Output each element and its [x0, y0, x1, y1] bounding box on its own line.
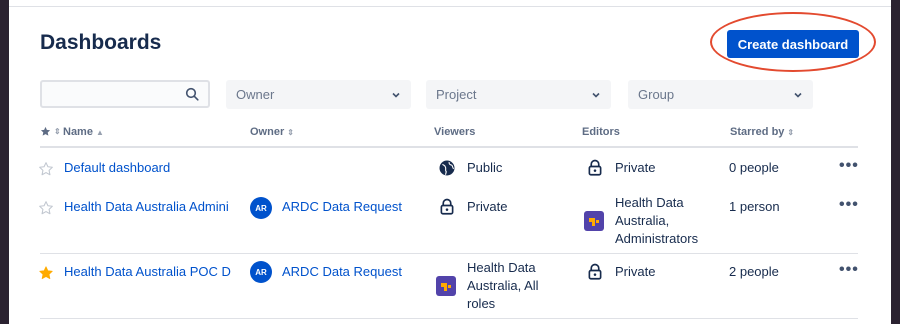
viewers-value: Private: [467, 199, 508, 214]
row-divider: [40, 318, 858, 319]
search-icon[interactable]: [185, 87, 199, 101]
viewers-value: Public: [467, 160, 503, 175]
chevron-down-icon: [592, 92, 600, 98]
editors-value: Private: [615, 160, 656, 175]
group-icon: [436, 276, 456, 296]
starred-by-value: 1 person: [729, 199, 780, 214]
group-icon: [584, 211, 604, 231]
editors-line: Australia,: [615, 213, 670, 228]
chevron-down-icon: [392, 92, 400, 98]
lock-icon: [588, 159, 602, 176]
header-divider: [40, 146, 858, 148]
dashboard-name-link[interactable]: Health Data Australia Admini: [64, 198, 229, 216]
search-input[interactable]: [42, 82, 198, 106]
more-actions-button[interactable]: •••: [839, 261, 859, 279]
lock-icon: [440, 198, 454, 215]
group-filter-label: Group: [638, 87, 675, 102]
dashboard-name-link[interactable]: Default dashboard: [64, 159, 170, 177]
star-icon: [40, 126, 51, 136]
sort-icon: ⇕: [287, 127, 294, 137]
owner-filter-label: Owner: [236, 87, 275, 102]
owner-avatar: AR: [250, 197, 272, 219]
lock-icon: [588, 263, 602, 280]
sort-ascending-icon: ▲: [95, 127, 104, 137]
owner-filter[interactable]: Owner: [226, 80, 411, 109]
more-actions-button[interactable]: •••: [839, 196, 859, 214]
dashboards-panel: Dashboards Create dashboard Owner Projec…: [9, 0, 891, 324]
row-divider: [40, 253, 858, 254]
more-actions-button[interactable]: •••: [839, 157, 859, 175]
viewers-line: roles: [467, 296, 496, 311]
sort-icon: ⇕: [787, 127, 795, 137]
starred-by-column-header[interactable]: Starred by ⇕: [730, 126, 794, 138]
group-filter[interactable]: Group: [628, 80, 813, 109]
viewers-header-label: Viewers: [434, 126, 476, 138]
search-field[interactable]: [40, 80, 210, 108]
project-filter[interactable]: Project: [426, 80, 611, 109]
owner-link[interactable]: ARDC Data Request: [282, 263, 402, 281]
star-outline-icon[interactable]: [38, 161, 54, 177]
owner-link[interactable]: ARDC Data Request: [282, 198, 402, 216]
chevron-down-icon: [794, 92, 802, 98]
viewers-column-header: Viewers: [434, 126, 475, 138]
owner-column-header[interactable]: Owner ⇕: [250, 126, 294, 138]
owner-avatar: AR: [250, 261, 272, 283]
editors-value: Private: [615, 264, 656, 279]
editors-line: Administrators: [615, 231, 699, 246]
starred-by-value: 0 people: [729, 160, 779, 175]
sort-icon: ⇕: [54, 127, 61, 136]
starred-column-header[interactable]: ⇕: [40, 126, 61, 137]
owner-header-label: Owner: [250, 126, 285, 138]
create-dashboard-button[interactable]: Create dashboard: [727, 30, 859, 58]
name-column-header[interactable]: Name ▲: [63, 126, 104, 138]
star-filled-icon[interactable]: [38, 265, 54, 281]
name-header-label: Name: [63, 126, 93, 138]
editors-line: Health Data: [615, 195, 684, 210]
project-filter-label: Project: [436, 87, 477, 102]
editors-header-label: Editors: [582, 126, 620, 138]
starred-by-value: 2 people: [729, 264, 779, 279]
page-title: Dashboards: [40, 31, 162, 54]
viewers-line: Australia, All: [467, 278, 539, 293]
star-outline-icon[interactable]: [38, 200, 54, 216]
viewers-value: Health Data Australia, All roles: [467, 259, 539, 313]
top-divider: [9, 6, 891, 7]
dashboard-name-link[interactable]: Health Data Australia POC D: [64, 263, 231, 281]
globe-icon: [439, 160, 455, 176]
viewers-line: Health Data: [467, 260, 536, 275]
starred-by-header-label: Starred by: [730, 126, 785, 138]
editors-value: Health Data Australia, Administrators: [615, 194, 698, 248]
editors-column-header: Editors: [582, 126, 620, 138]
